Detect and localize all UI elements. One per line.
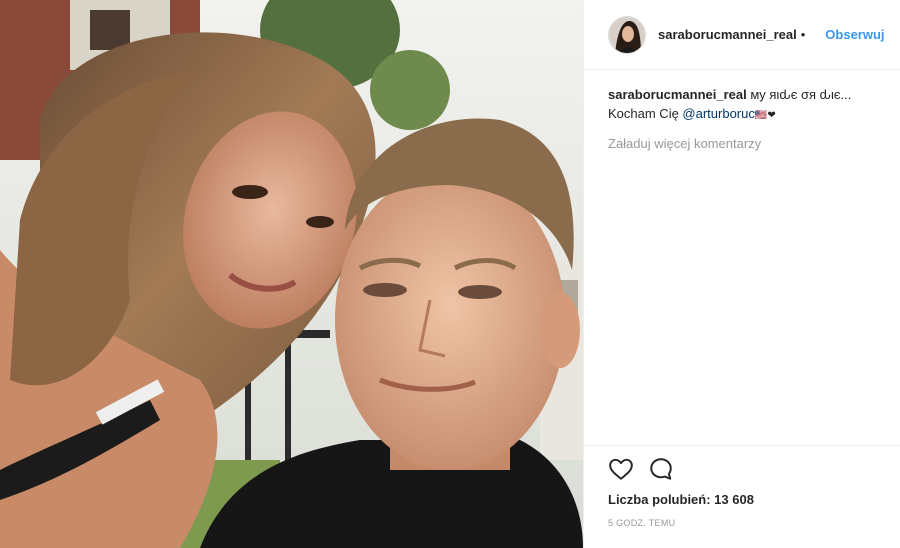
avatar[interactable] [608, 15, 646, 54]
comments-section: saraborucmannei_real мy яιԃє σя ԃιє... K… [608, 85, 878, 153]
heart-icon[interactable] [608, 456, 634, 482]
mention-link[interactable]: @arturboruc [682, 106, 754, 121]
caption-text: мy яιԃє σя ԃιє... [746, 87, 852, 102]
caption: saraborucmannei_real мy яιԃє σя ԃιє... [608, 85, 878, 104]
selfie-photo [0, 0, 583, 548]
post-photo[interactable] [0, 0, 583, 548]
avatar-image [609, 16, 645, 53]
post-header: saraborucmannei_real • Obserwuj [584, 0, 900, 70]
caption-emoji: 🇺🇸❤ [754, 110, 776, 121]
load-more-comments[interactable]: Załaduj więcej komentarzy [608, 134, 878, 153]
separator-dot: • [800, 27, 806, 42]
post-side-panel: saraborucmannei_real • Obserwuj saraboru… [583, 0, 900, 548]
divider [584, 445, 900, 446]
caption-line2-prefix: Kocham Cię [608, 106, 683, 121]
post-timestamp: 5 GODZ. TEMU [608, 518, 676, 528]
username[interactable]: saraborucmannei_real [658, 27, 797, 42]
action-bar [608, 456, 688, 482]
caption-line-2: Kocham Cię @arturboruc🇺🇸❤ [608, 104, 878, 125]
comment-icon[interactable] [648, 456, 674, 482]
likes-count[interactable]: Liczba polubień: 13 608 [608, 492, 754, 507]
follow-button[interactable]: Obserwuj [825, 27, 884, 42]
caption-author[interactable]: saraborucmannei_real [608, 87, 747, 102]
instagram-post: saraborucmannei_real • Obserwuj saraboru… [0, 0, 900, 548]
